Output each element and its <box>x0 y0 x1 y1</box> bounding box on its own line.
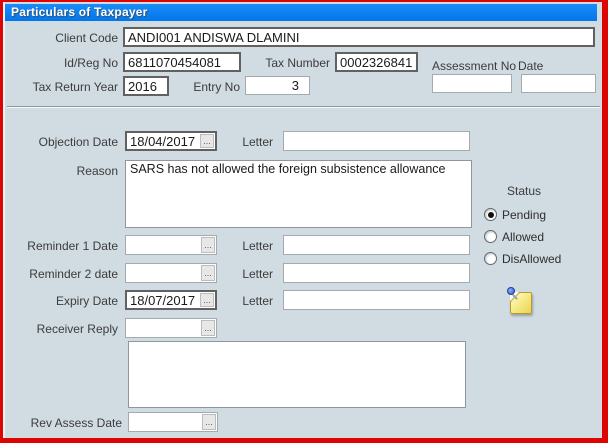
objection-date-label: Objection Date <box>18 135 118 149</box>
rev-assess-date-label: Rev Assess Date <box>18 416 122 430</box>
tax-number-input[interactable] <box>335 52 418 72</box>
client-code-input[interactable] <box>123 27 595 47</box>
expiry-date-field[interactable]: 18/07/2017 ... <box>125 290 217 310</box>
receiver-notes-textarea[interactable] <box>128 341 466 408</box>
entry-no-input[interactable] <box>245 76 310 95</box>
reminder1-date-field[interactable]: ... <box>125 235 217 255</box>
reminder2-date-label: Reminder 2 date <box>18 267 118 281</box>
reminder1-date-label: Reminder 1 Date <box>18 239 118 253</box>
objection-date-browse-button[interactable]: ... <box>200 134 214 148</box>
section-divider <box>7 106 600 108</box>
status-option-label: DisAllowed <box>502 252 561 266</box>
radio-circle-icon <box>484 208 497 221</box>
objection-date-field[interactable]: 18/04/2017 ... <box>125 131 217 151</box>
status-option-label: Allowed <box>502 230 544 244</box>
status-radio-disallowed[interactable]: DisAllowed <box>484 251 561 266</box>
assessment-date-label: Date <box>518 59 558 73</box>
status-label: Status <box>507 184 541 198</box>
receiver-reply-field[interactable]: ... <box>125 318 217 338</box>
expiry-date-value: 18/07/2017 <box>130 293 198 309</box>
expiry-date-browse-button[interactable]: ... <box>200 293 214 307</box>
id-reg-no-input[interactable] <box>123 52 241 72</box>
reason-label: Reason <box>18 164 118 178</box>
assessment-no-input[interactable] <box>432 74 512 93</box>
tax-return-year-label: Tax Return Year <box>18 80 118 94</box>
note-pin-icon <box>507 287 515 295</box>
reminder1-letter-input[interactable] <box>283 235 470 255</box>
reminder1-letter-label: Letter <box>230 239 273 253</box>
radio-circle-icon <box>484 252 497 265</box>
title-bar[interactable]: Particulars of Taxpayer <box>5 4 597 21</box>
status-radio-pending[interactable]: Pending <box>484 207 546 222</box>
entry-no-label: Entry No <box>180 80 240 94</box>
assessment-date-input[interactable] <box>521 74 596 93</box>
reminder2-date-browse-button[interactable]: ... <box>201 265 215 281</box>
client-code-label: Client Code <box>18 31 118 45</box>
status-option-label: Pending <box>502 208 546 222</box>
reason-textarea[interactable]: SARS has not allowed the foreign subsist… <box>125 160 472 228</box>
assessment-no-label: Assessment No <box>432 59 516 73</box>
id-reg-no-label: Id/Reg No <box>18 56 118 70</box>
expiry-letter-label: Letter <box>230 294 273 308</box>
reminder2-letter-input[interactable] <box>283 263 470 283</box>
expiry-date-label: Expiry Date <box>18 294 118 308</box>
tax-number-label: Tax Number <box>250 56 330 70</box>
window-title: Particulars of Taxpayer <box>11 5 147 19</box>
reminder2-date-field[interactable]: ... <box>125 263 217 283</box>
radio-circle-icon <box>484 230 497 243</box>
objection-letter-input[interactable] <box>283 131 470 151</box>
receiver-reply-label: Receiver Reply <box>18 322 118 336</box>
objection-letter-label: Letter <box>230 135 273 149</box>
taxpayer-window: Particulars of Taxpayer Client Code Id/R… <box>0 0 608 443</box>
reminder2-letter-label: Letter <box>230 267 273 281</box>
note-icon[interactable] <box>506 287 533 316</box>
status-radio-allowed[interactable]: Allowed <box>484 229 544 244</box>
receiver-reply-browse-button[interactable]: ... <box>201 320 215 336</box>
rev-assess-date-field[interactable]: ... <box>128 412 218 432</box>
reminder1-date-browse-button[interactable]: ... <box>201 237 215 253</box>
rev-assess-date-browse-button[interactable]: ... <box>202 414 216 430</box>
objection-date-value: 18/04/2017 <box>130 134 198 150</box>
expiry-letter-input[interactable] <box>283 290 470 310</box>
tax-return-year-input[interactable] <box>123 76 169 96</box>
